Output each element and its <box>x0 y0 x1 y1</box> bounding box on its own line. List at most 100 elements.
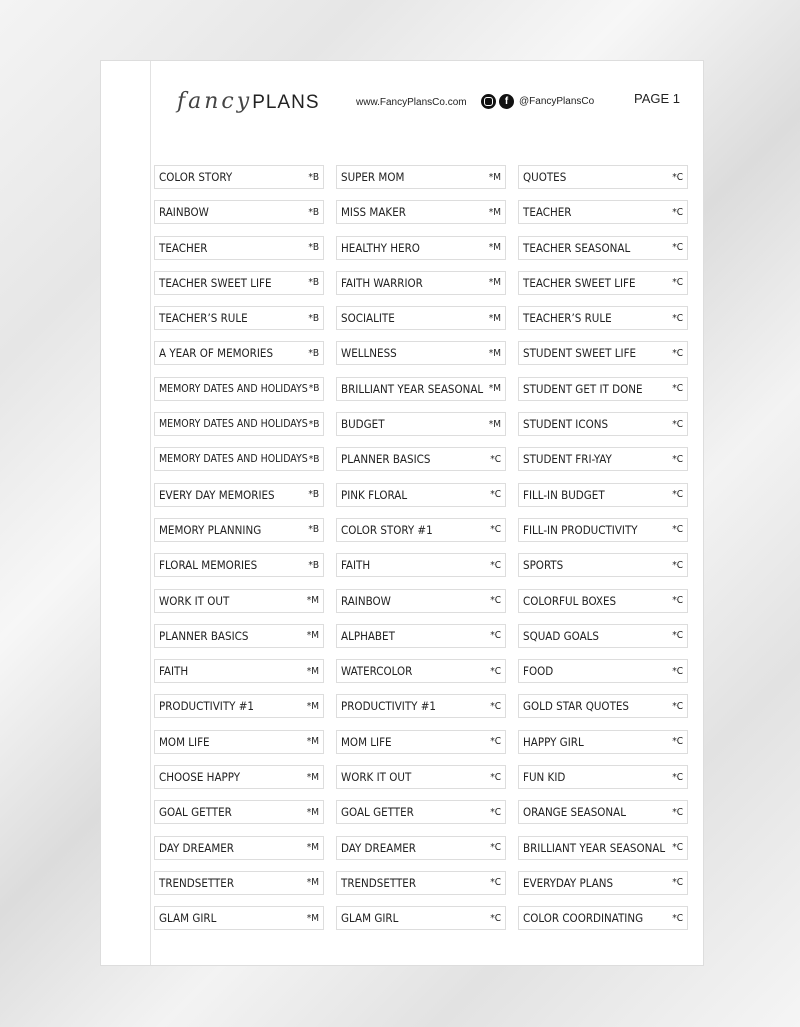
item-code: *B <box>308 277 319 289</box>
item-label: DAY DREAMER <box>341 840 416 855</box>
item-label: EVERYDAY PLANS <box>523 875 614 890</box>
list-item: PRODUCTIVITY #1 *C <box>336 694 506 719</box>
list-item: RAINBOW *B <box>154 200 324 225</box>
list-item: TEACHER *B <box>154 235 324 260</box>
item-code: *C <box>672 206 683 218</box>
item-code: *M <box>488 242 501 254</box>
item-label: DAY DREAMER <box>159 840 234 855</box>
item-code: *C <box>672 171 683 183</box>
item-label: WATERCOLOR <box>341 664 413 679</box>
item-code: *C <box>672 771 683 783</box>
item-code: *C <box>490 595 501 607</box>
item-label: QUOTES <box>523 170 567 184</box>
item-label: FUN KID <box>523 770 566 785</box>
item-code: *C <box>672 736 683 748</box>
item-label: MOM LIFE <box>341 734 392 749</box>
website-link[interactable]: www.FancyPlansCo.com <box>356 97 467 108</box>
item-label: EVERY DAY MEMORIES <box>159 487 275 502</box>
item-label: SUPER MOM <box>341 170 405 184</box>
item-label: GLAM GIRL <box>159 911 217 926</box>
list-item: A YEAR OF MEMORIES *B <box>154 341 324 366</box>
item-code: *B <box>308 383 320 395</box>
item-label: FLORAL MEMORIES <box>159 558 258 573</box>
list-item: BRILLIANT YEAR SEASONAL *M <box>336 376 506 401</box>
item-code: *C <box>672 453 683 465</box>
item-label: PRODUCTIVITY #1 <box>159 699 254 714</box>
item-label: MISS MAKER <box>341 205 406 220</box>
item-code: *C <box>490 842 501 854</box>
list-item: PRODUCTIVITY #1 *M <box>154 694 324 719</box>
list-item: STUDENT GET IT DONE *C <box>518 376 688 401</box>
list-item: GOLD STAR QUOTES *C <box>518 694 688 719</box>
item-code: *C <box>672 277 683 289</box>
item-code: *C <box>490 630 501 642</box>
list-item: TEACHER SWEET LIFE *C <box>518 270 688 295</box>
item-label: GOAL GETTER <box>159 805 232 820</box>
item-code: *C <box>490 665 501 677</box>
list-item: ALPHABET *C <box>336 623 506 648</box>
item-code: *C <box>490 806 501 818</box>
facebook-icon[interactable]: f <box>499 94 514 109</box>
item-label: FOOD <box>523 664 554 679</box>
item-label: COLOR COORDINATING <box>523 911 644 926</box>
instagram-icon[interactable] <box>481 94 496 109</box>
item-code: *M <box>488 206 501 218</box>
list-item: BUDGET *M <box>336 412 506 437</box>
logo-plans: PLANS <box>252 92 320 113</box>
item-label: TRENDSETTER <box>159 875 235 890</box>
item-code: *B <box>308 171 319 183</box>
item-code: *C <box>490 771 501 783</box>
item-code: *C <box>672 877 683 889</box>
list-item: MEMORY DATES AND HOLIDAYS *B <box>154 376 324 401</box>
list-item: FAITH *M <box>154 659 324 684</box>
item-label: PLANNER BASICS <box>341 452 431 467</box>
item-label: COLOR STORY #1 <box>341 522 433 537</box>
sticker-list: COLOR STORY *B SUPER MOM *M QUOTES *C RAINBOW *… <box>154 165 688 931</box>
list-item: TRENDSETTER *M <box>154 870 324 895</box>
list-item: SPORTS *C <box>518 553 688 578</box>
item-code: *C <box>672 524 683 536</box>
social: f @FancyPlansCo <box>481 94 594 109</box>
page-sheet: fancy PLANS www.FancyPlansCo.com f @Fanc… <box>100 60 704 966</box>
item-code: *C <box>490 453 501 465</box>
item-code: *C <box>672 559 683 571</box>
list-item: WELLNESS *M <box>336 341 506 366</box>
item-label: FAITH <box>159 664 189 679</box>
item-code: *C <box>672 418 683 430</box>
item-label: HAPPY GIRL <box>523 734 584 749</box>
item-label: MEMORY DATES AND HOLIDAYS <box>159 382 308 395</box>
item-label: STUDENT GET IT DONE <box>523 381 643 396</box>
list-item: HAPPY GIRL *C <box>518 729 688 754</box>
list-item: STUDENT SWEET LIFE *C <box>518 341 688 366</box>
list-item: STUDENT FRI-YAY *C <box>518 447 688 472</box>
logo-script: fancy <box>177 89 253 114</box>
item-code: *B <box>308 347 319 359</box>
list-item: TEACHER SEASONAL *C <box>518 235 688 260</box>
item-code: *M <box>306 736 319 748</box>
list-item: COLOR STORY #1 *C <box>336 517 506 542</box>
item-code: *M <box>306 700 319 712</box>
item-code: *B <box>308 242 319 254</box>
list-item: QUOTES *C <box>518 165 688 189</box>
list-item: FAITH *C <box>336 553 506 578</box>
item-label: TRENDSETTER <box>341 875 417 890</box>
item-label: FILL-IN PRODUCTIVITY <box>523 522 638 537</box>
list-item: SQUAD GOALS *C <box>518 623 688 648</box>
item-code: *M <box>488 312 501 324</box>
item-code: *C <box>490 736 501 748</box>
item-label: TEACHER’S RULE <box>523 311 612 326</box>
item-code: *C <box>490 912 501 924</box>
item-code: *B <box>308 489 319 501</box>
list-item: FILL-IN PRODUCTIVITY *C <box>518 517 688 542</box>
item-code: *C <box>672 242 683 254</box>
item-label: CHOOSE HAPPY <box>159 770 241 785</box>
list-item: FUN KID *C <box>518 765 688 790</box>
item-label: PLANNER BASICS <box>159 628 249 643</box>
list-item: PLANNER BASICS *C <box>336 447 506 472</box>
logo: fancy PLANS <box>177 89 320 114</box>
item-code: *C <box>672 700 683 712</box>
item-code: *M <box>306 630 319 642</box>
list-item: SUPER MOM *M <box>336 165 506 189</box>
item-label: STUDENT ICONS <box>523 417 609 432</box>
item-label: MEMORY DATES AND HOLIDAYS <box>159 453 308 466</box>
